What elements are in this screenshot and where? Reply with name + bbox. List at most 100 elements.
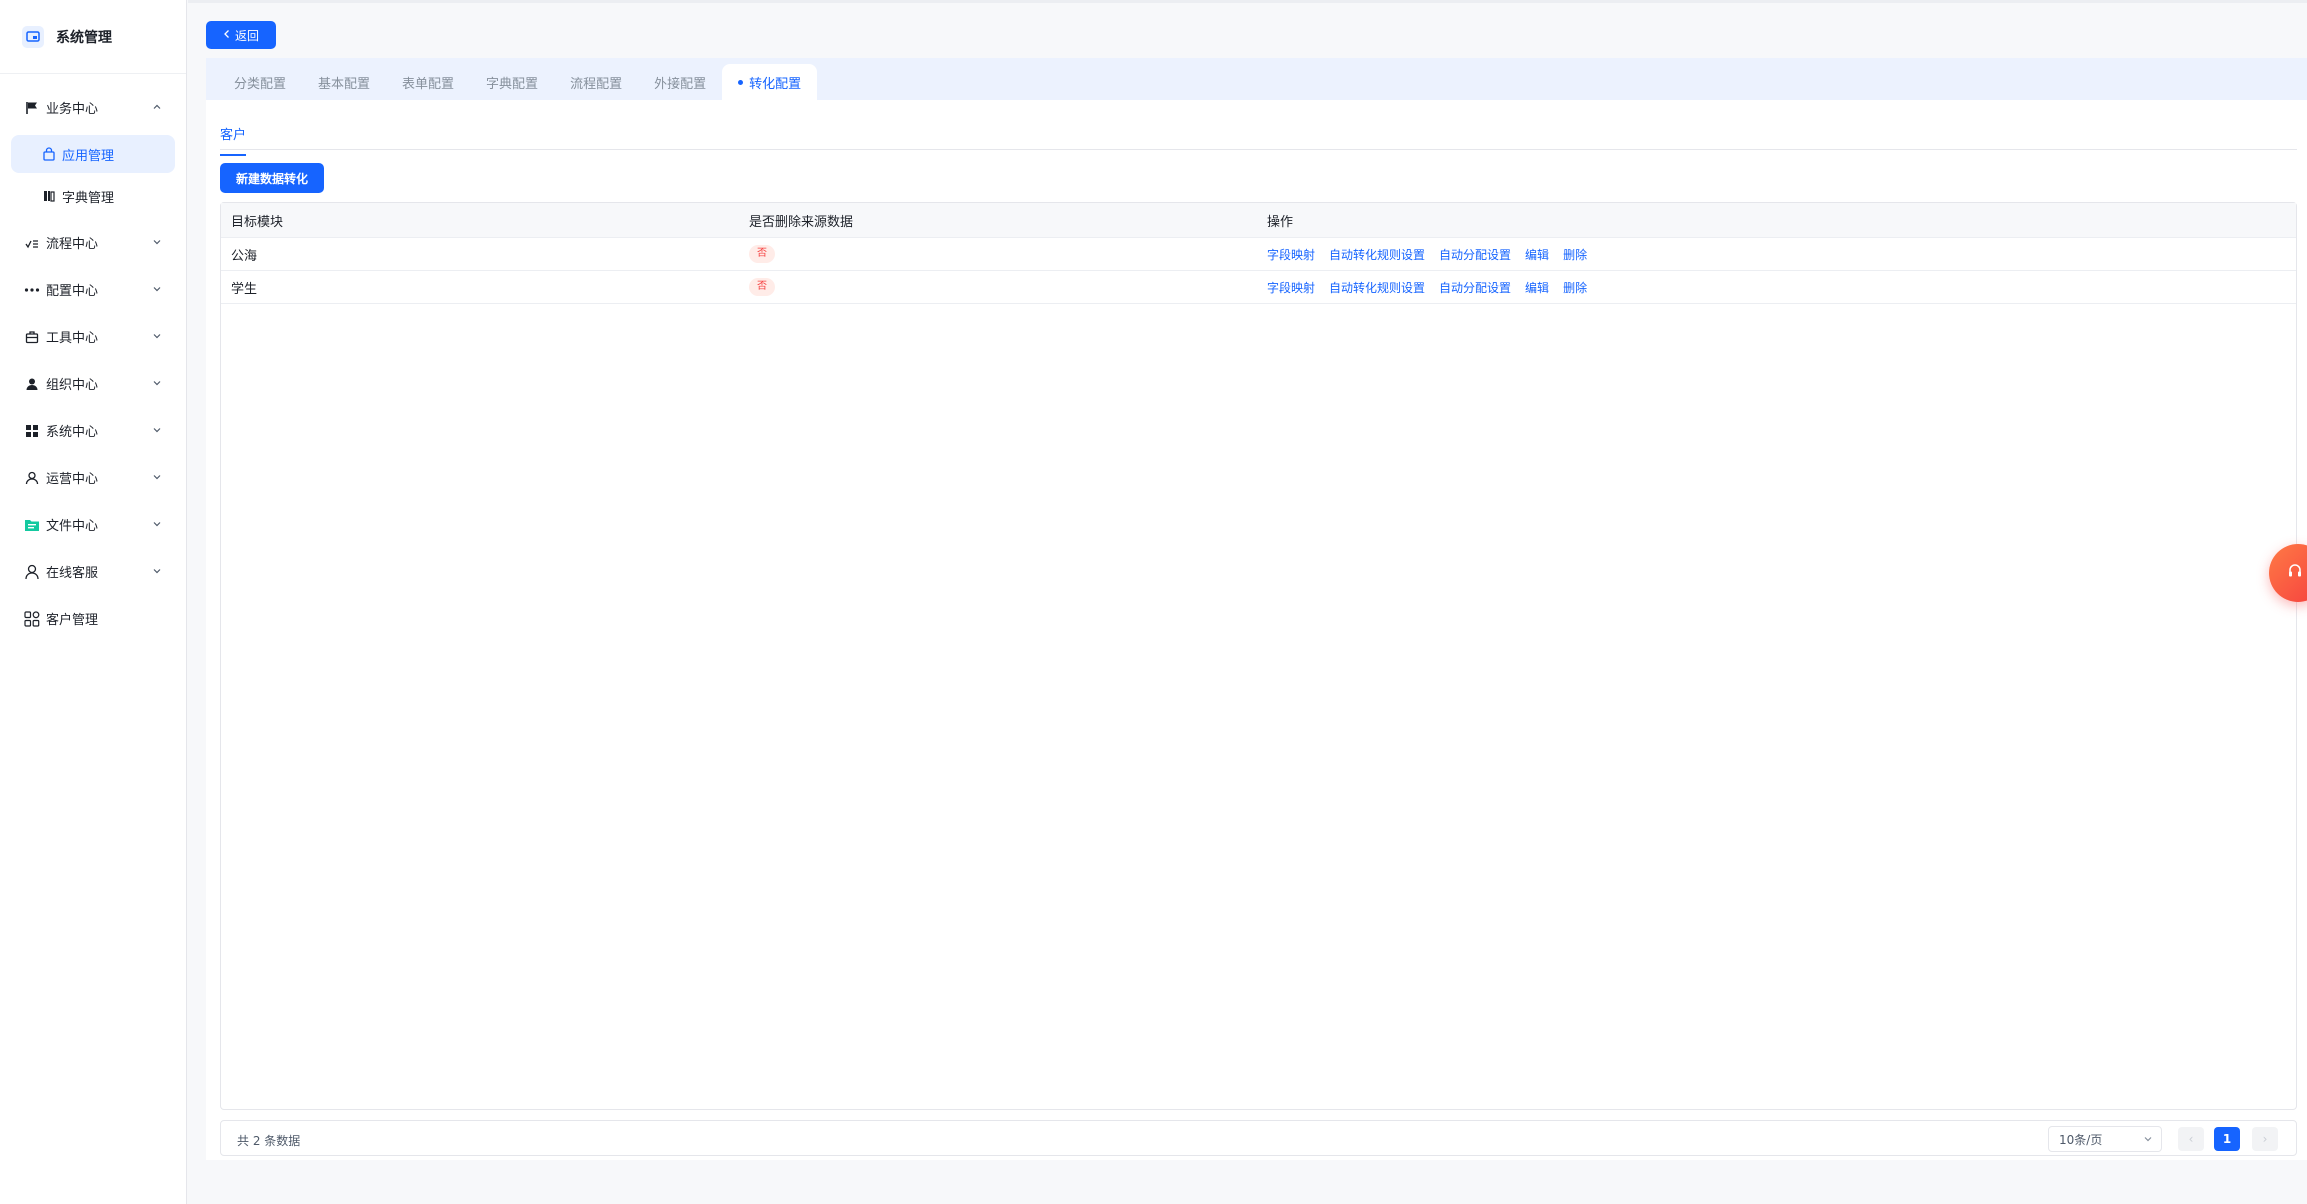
- auto-assignment-link[interactable]: 自动分配设置: [1439, 279, 1511, 296]
- new-data-conversion-button[interactable]: 新建数据转化: [220, 163, 324, 193]
- tab-basic-config[interactable]: 基本配置: [302, 64, 386, 100]
- sidebar-item-operations-center[interactable]: 运营中心: [0, 454, 186, 501]
- brand-logo-icon: [22, 25, 44, 48]
- tab-conversion-config[interactable]: 转化配置: [722, 64, 818, 100]
- bag-icon: [40, 145, 58, 163]
- sidebar-item-label: 文件中心: [46, 519, 99, 534]
- tab-label: 外接配置: [654, 76, 707, 92]
- chevron-down-icon: [150, 470, 164, 484]
- sidebar-subitem-label: 应用管理: [62, 148, 115, 164]
- tab-dictionary-config[interactable]: 字典配置: [470, 64, 554, 100]
- user-icon: [22, 374, 42, 394]
- total-count: 共 2 条数据: [237, 1134, 301, 1148]
- page-size-select[interactable]: 10条/页: [2048, 1126, 2162, 1152]
- sidebar-item-online-service[interactable]: 在线客服: [0, 548, 186, 595]
- delete-link[interactable]: 删除: [1563, 279, 1587, 296]
- cell-operations: 字段映射 自动转化规则设置 自动分配设置 编辑 删除: [1257, 279, 2296, 296]
- auto-conversion-rule-link[interactable]: 自动转化规则设置: [1329, 246, 1425, 263]
- sidebar-item-label: 业务中心: [46, 102, 99, 117]
- config-tabs: 分类配置 基本配置 表单配置 字典配置 流程配置 外接配置 转化配置: [206, 58, 2307, 100]
- back-button-label: 返回: [234, 28, 259, 43]
- cell-target-module: 学生: [231, 281, 258, 297]
- flow-icon: [22, 233, 42, 253]
- sidebar-subitem-app-management[interactable]: 应用管理: [11, 135, 175, 173]
- page-size-value: 10条/页: [2059, 1132, 2103, 1147]
- chevron-down-icon: [150, 564, 164, 578]
- table-row: 公海 否 字段映射 自动转化规则设置 自动分配设置 编辑 删除: [221, 238, 2296, 271]
- chevron-down-icon: [150, 282, 164, 296]
- sidebar-item-label: 工具中心: [46, 331, 99, 346]
- tab-external-config[interactable]: 外接配置: [638, 64, 722, 100]
- sidebar-item-org-center[interactable]: 组织中心: [0, 360, 186, 407]
- next-page-button[interactable]: ›: [2252, 1127, 2278, 1151]
- tab-flow-config[interactable]: 流程配置: [554, 64, 638, 100]
- dots-icon: [22, 280, 42, 300]
- tab-label: 转化配置: [749, 76, 802, 92]
- sidebar-item-system-center[interactable]: 系统中心: [0, 407, 186, 454]
- status-badge: 否: [749, 245, 775, 263]
- sidebar-item-label: 配置中心: [46, 284, 99, 299]
- toolbox-icon: [22, 327, 42, 347]
- pagination: 共 2 条数据 10条/页 ‹ 1 ›: [220, 1120, 2297, 1156]
- person-outline-icon: [22, 468, 42, 488]
- headset-icon: [2287, 563, 2303, 583]
- sidebar-item-config-center[interactable]: 配置中心: [0, 266, 186, 313]
- prev-page-button[interactable]: ‹: [2178, 1127, 2204, 1151]
- status-badge: 否: [749, 278, 775, 296]
- edit-link[interactable]: 编辑: [1525, 279, 1549, 296]
- chevron-down-icon: [2143, 1133, 2153, 1147]
- sidebar-item-file-center[interactable]: 文件中心: [0, 501, 186, 548]
- tab-label: 表单配置: [402, 76, 455, 92]
- book-icon: [40, 187, 58, 205]
- back-button[interactable]: 返回: [206, 21, 276, 49]
- sidebar: 系统管理 业务中心 应用管理 字典管理 流程中心 配置中心 工具中心 组织中心 …: [0, 0, 187, 1204]
- sidebar-item-customer-management[interactable]: 客户管理: [0, 595, 186, 642]
- sidebar-item-tool-center[interactable]: 工具中心: [0, 313, 186, 360]
- chevron-down-icon: [150, 517, 164, 531]
- chevron-down-icon: [150, 329, 164, 343]
- subtab-customer[interactable]: 客户: [220, 124, 247, 156]
- content-card: 客户 新建数据转化 目标模块 是否删除来源数据 操作 公海 否 字段映射 自动转…: [206, 100, 2307, 1160]
- sidebar-item-label: 组织中心: [46, 378, 99, 393]
- conversion-table: 目标模块 是否删除来源数据 操作 公海 否 字段映射 自动转化规则设置 自动分配…: [220, 202, 2297, 1110]
- flag-icon: [22, 98, 42, 118]
- tab-category-config[interactable]: 分类配置: [218, 64, 302, 100]
- sidebar-item-label: 流程中心: [46, 237, 99, 252]
- top-divider: [188, 0, 2307, 3]
- app-root: 系统管理 业务中心 应用管理 字典管理 流程中心 配置中心 工具中心 组织中心 …: [0, 0, 2307, 1204]
- chevron-up-icon: [150, 100, 164, 114]
- table-header: 目标模块 是否删除来源数据 操作: [221, 203, 2296, 238]
- chevron-down-icon: [150, 235, 164, 249]
- chevron-down-icon: [150, 423, 164, 437]
- sidebar-menu: 业务中心 应用管理 字典管理 流程中心 配置中心 工具中心 组织中心 系统中心 …: [0, 74, 186, 642]
- cell-target-module: 公海: [231, 248, 258, 264]
- tab-label: 基本配置: [318, 76, 371, 92]
- brand-header: 系统管理: [0, 0, 186, 74]
- tab-label: 分类配置: [234, 76, 287, 92]
- delete-link[interactable]: 删除: [1563, 246, 1587, 263]
- cell-operations: 字段映射 自动转化规则设置 自动分配设置 编辑 删除: [1257, 246, 2296, 263]
- subtab-bar: 客户: [220, 110, 2297, 156]
- active-dot-icon: [738, 79, 744, 85]
- sidebar-item-label: 客户管理: [46, 613, 99, 628]
- apps-icon: [22, 609, 42, 629]
- page-number-button[interactable]: 1: [2214, 1127, 2240, 1151]
- sidebar-subitem-label: 字典管理: [62, 190, 115, 206]
- auto-conversion-rule-link[interactable]: 自动转化规则设置: [1329, 279, 1425, 296]
- sidebar-subitem-dictionary-management[interactable]: 字典管理: [11, 177, 175, 215]
- field-mapping-link[interactable]: 字段映射: [1267, 279, 1315, 296]
- chevron-down-icon: [150, 376, 164, 390]
- folder-icon: [22, 515, 42, 535]
- tab-form-config[interactable]: 表单配置: [386, 64, 470, 100]
- header-delete-source: 是否删除来源数据: [749, 214, 854, 230]
- edit-link[interactable]: 编辑: [1525, 246, 1549, 263]
- auto-assignment-link[interactable]: 自动分配设置: [1439, 246, 1511, 263]
- header-operations: 操作: [1267, 214, 1294, 230]
- agent-icon: [22, 562, 42, 582]
- brand-title: 系统管理: [56, 29, 112, 46]
- sidebar-item-business-center[interactable]: 业务中心: [0, 84, 186, 131]
- chevron-left-icon: [223, 28, 231, 42]
- sidebar-item-flow-center[interactable]: 流程中心: [0, 219, 186, 266]
- main-area: 返回 分类配置 基本配置 表单配置 字典配置 流程配置 外接配置 转化配置 客户…: [188, 0, 2307, 1204]
- field-mapping-link[interactable]: 字段映射: [1267, 246, 1315, 263]
